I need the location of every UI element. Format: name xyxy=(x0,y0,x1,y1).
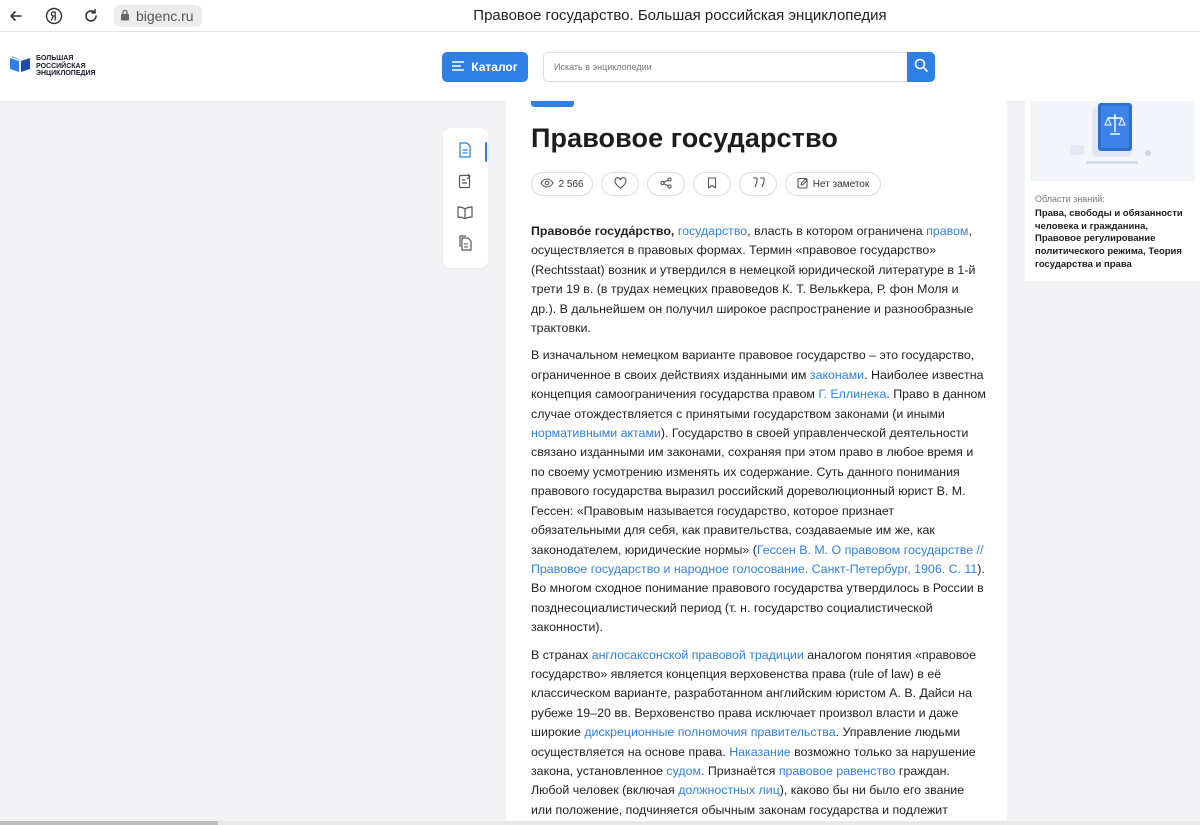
article-link[interactable]: англосаксонской правовой традиции xyxy=(592,648,804,662)
tool-edit-notes[interactable] xyxy=(455,173,475,193)
notes-label: Нет заметок xyxy=(812,178,870,190)
menu-icon xyxy=(452,60,465,74)
article-body: Правово́е госуда́рство, государство, вла… xyxy=(531,222,986,825)
search-button[interactable] xyxy=(907,52,935,82)
site-logo[interactable]: Большая российская энциклопедия xyxy=(9,55,116,78)
views-count: 2 566 xyxy=(558,178,584,190)
article-link[interactable]: должностных лиц xyxy=(678,783,780,797)
article-link[interactable]: законами xyxy=(810,368,864,382)
active-indicator xyxy=(485,142,487,162)
paragraph-text: , власть в котором ограничена xyxy=(747,224,927,238)
catalog-label: Каталог xyxy=(471,60,518,74)
share-icon xyxy=(660,176,672,192)
catalog-button[interactable]: Каталог xyxy=(442,52,528,82)
horizontal-scrollbar-thumb[interactable] xyxy=(0,821,218,825)
page-title: Правовое государство xyxy=(531,123,838,153)
browser-toolbar: bigenc.ru Правовое государство. Большая … xyxy=(0,0,1200,32)
tab-title: Правовое государство. Большая российская… xyxy=(473,7,887,24)
heart-icon xyxy=(613,176,627,192)
bookmark-button[interactable] xyxy=(693,172,731,196)
article-link[interactable]: дискреционные полномочия xyxy=(584,725,747,739)
edit-list-icon xyxy=(458,173,472,194)
article-link[interactable]: Наказание xyxy=(729,745,791,759)
paragraph-text: ). Государство в своей управленческой де… xyxy=(531,426,974,557)
law-illustration xyxy=(1030,101,1195,181)
open-book-icon xyxy=(457,205,473,224)
article-card: Правовое государство 2 566 Нет заметок П… xyxy=(506,101,1007,825)
eye-icon xyxy=(540,177,555,191)
search-icon xyxy=(914,58,928,77)
article-link[interactable]: правовое равенство xyxy=(779,764,896,778)
paragraph-text: , осуществляется в правовых формах. Терм… xyxy=(531,224,976,336)
copy-document-icon xyxy=(458,234,472,256)
search-input[interactable] xyxy=(543,52,907,82)
pencil-note-icon xyxy=(797,177,809,192)
tool-article-text[interactable] xyxy=(455,141,475,163)
article-paragraph: В странах англосаксонской правовой тради… xyxy=(531,646,986,821)
article-paragraph: В изначальном немецком варианте правовое… xyxy=(531,346,986,637)
article-link[interactable]: правительства xyxy=(751,725,836,739)
article-paragraph: Правово́е госуда́рство, государство, вла… xyxy=(531,222,986,338)
article-link[interactable]: правом xyxy=(926,224,968,238)
term-headword: Правово́е госуда́рство, xyxy=(531,224,675,238)
document-icon xyxy=(458,141,472,163)
like-button[interactable] xyxy=(601,172,639,196)
paragraph-text: . Признаётся xyxy=(701,763,779,778)
article-tools-sidebar xyxy=(443,128,488,268)
views-counter: 2 566 xyxy=(531,172,593,196)
article-actions: 2 566 Нет заметок xyxy=(531,172,881,196)
tool-copy[interactable] xyxy=(455,234,475,256)
tool-reading-mode[interactable] xyxy=(455,204,475,224)
notes-button[interactable]: Нет заметок xyxy=(785,172,881,196)
paragraph-text: В странах xyxy=(531,647,592,662)
article-link[interactable]: нормативными актами xyxy=(531,426,661,440)
knowledge-areas-links[interactable]: Права, свободы и обязанности человека и … xyxy=(1035,208,1195,272)
share-button[interactable] xyxy=(647,172,685,196)
article-link[interactable]: судом xyxy=(666,764,701,778)
quote-icon xyxy=(752,177,765,191)
article-link[interactable]: Г. Еллинека xyxy=(818,387,886,401)
knowledge-areas-label: Области знаний: xyxy=(1035,194,1105,204)
knowledge-areas-panel: Области знаний: Права, свободы и обязанн… xyxy=(1025,101,1200,281)
logo-text: Большая российская энциклопедия xyxy=(36,55,96,78)
category-tag[interactable] xyxy=(531,101,574,107)
bookmark-icon xyxy=(707,176,717,192)
logo-book-icon xyxy=(9,55,31,78)
article-link[interactable]: государство xyxy=(678,224,747,238)
site-header: Большая российская энциклопедия Каталог xyxy=(0,32,1200,102)
cite-button[interactable] xyxy=(739,172,777,196)
